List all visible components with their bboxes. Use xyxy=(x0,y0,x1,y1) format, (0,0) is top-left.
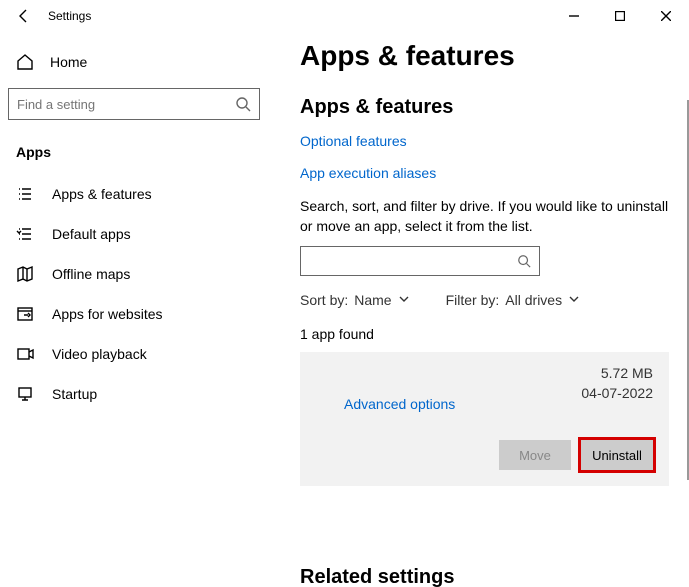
nav-label: Apps for websites xyxy=(52,306,163,322)
map-icon xyxy=(16,265,34,283)
nav-label: Offline maps xyxy=(52,266,130,282)
filter-value: All drives xyxy=(505,292,562,308)
chevron-down-icon xyxy=(398,292,410,308)
sort-dropdown[interactable]: Sort by: Name xyxy=(300,292,410,308)
description-text: Search, sort, and filter by drive. If yo… xyxy=(300,197,669,236)
search-input[interactable] xyxy=(17,97,227,112)
nav-default-apps[interactable]: Default apps xyxy=(8,214,260,254)
results-count: 1 app found xyxy=(300,326,669,342)
related-settings-title: Related settings xyxy=(300,566,669,587)
home-label: Home xyxy=(50,54,87,70)
app-window-icon xyxy=(16,305,34,323)
search-icon xyxy=(235,96,251,112)
app-search[interactable] xyxy=(300,246,540,276)
nav-apps-websites[interactable]: Apps for websites xyxy=(8,294,260,334)
page-title: Apps & features xyxy=(300,40,669,72)
category-header: Apps xyxy=(16,144,260,160)
defaults-icon xyxy=(16,225,34,243)
startup-icon xyxy=(16,385,34,403)
advanced-options-link[interactable]: Advanced options xyxy=(344,396,455,412)
filter-dropdown[interactable]: Filter by: All drives xyxy=(446,292,580,308)
nav-label: Apps & features xyxy=(52,186,152,202)
chevron-down-icon xyxy=(568,292,580,308)
app-date: 04-07-2022 xyxy=(581,384,653,404)
sort-value: Name xyxy=(354,292,391,308)
home-nav[interactable]: Home xyxy=(8,44,260,80)
nav-video-playback[interactable]: Video playback xyxy=(8,334,260,374)
list-icon xyxy=(16,185,34,203)
app-search-input[interactable] xyxy=(309,254,517,269)
filter-label: Filter by: xyxy=(446,292,500,308)
uninstall-button[interactable]: Uninstall xyxy=(581,440,653,470)
video-icon xyxy=(16,345,34,363)
content-pane: Apps & features Apps & features Optional… xyxy=(276,0,689,587)
sidebar: Home Apps Apps & features Default apps O… xyxy=(0,0,276,587)
app-list-item[interactable]: 5.72 MB 04-07-2022 Advanced options Move… xyxy=(300,352,669,486)
nav-label: Startup xyxy=(52,386,97,402)
app-size: 5.72 MB xyxy=(581,364,653,384)
section-title: Apps & features xyxy=(300,96,669,119)
nav-apps-features[interactable]: Apps & features xyxy=(8,174,260,214)
sort-label: Sort by: xyxy=(300,292,348,308)
optional-features-link[interactable]: Optional features xyxy=(300,133,669,149)
sidebar-search[interactable] xyxy=(8,88,260,120)
nav-label: Default apps xyxy=(52,226,131,242)
nav-label: Video playback xyxy=(52,346,147,362)
app-aliases-link[interactable]: App execution aliases xyxy=(300,165,669,181)
home-icon xyxy=(16,53,34,71)
move-button: Move xyxy=(499,440,571,470)
nav-offline-maps[interactable]: Offline maps xyxy=(8,254,260,294)
search-icon xyxy=(517,254,531,268)
nav-startup[interactable]: Startup xyxy=(8,374,260,414)
